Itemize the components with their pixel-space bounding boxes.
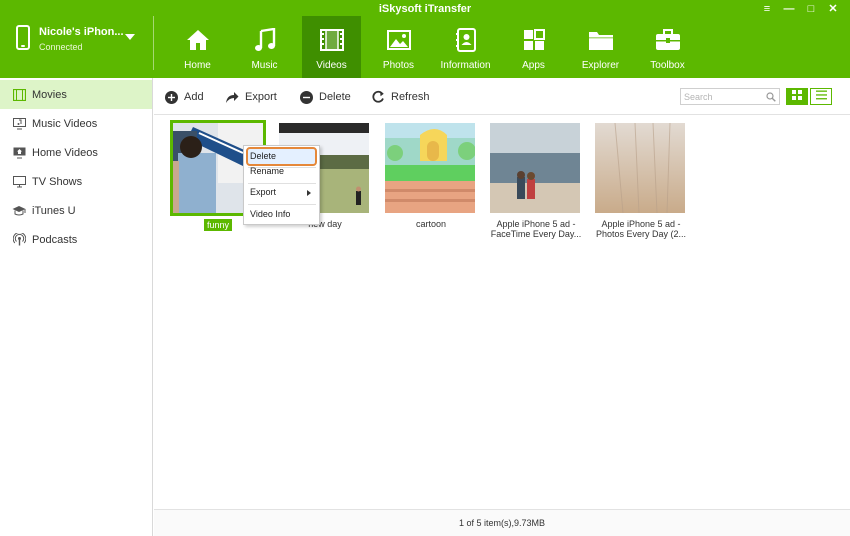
contacts-book-icon — [453, 28, 479, 52]
sidebar: Movies Music Videos Home Videos TV Shows… — [0, 78, 153, 536]
tab-home[interactable]: Home — [168, 16, 227, 78]
submenu-arrow-icon — [307, 190, 311, 196]
refresh-label: Refresh — [391, 91, 430, 103]
toolbox-icon — [655, 28, 681, 52]
add-label: Add — [184, 91, 204, 103]
tab-label: Apps — [522, 60, 545, 71]
sidebar-item-label: iTunes U — [32, 204, 76, 217]
apps-grid-icon — [521, 28, 547, 52]
film-icon — [12, 88, 26, 102]
tab-label: Videos — [316, 60, 347, 71]
delete-button[interactable]: Delete — [299, 89, 351, 105]
close-button[interactable]: ✕ — [822, 2, 844, 16]
video-thumbnail[interactable] — [490, 123, 580, 213]
add-button[interactable]: Add — [164, 89, 204, 105]
search-icon[interactable] — [766, 92, 776, 105]
sidebar-item-label: Podcasts — [32, 233, 78, 246]
device-name: Nicole's iPhon... — [39, 26, 124, 38]
grid-view-icon — [792, 90, 802, 103]
context-menu: Delete Rename Export Video Info — [243, 145, 320, 225]
sidebar-item-label: Movies — [32, 88, 67, 101]
sidebar-item-movies[interactable]: Movies — [0, 80, 152, 109]
tab-videos[interactable]: Videos — [302, 16, 361, 78]
tab-label: Toolbox — [650, 60, 685, 71]
video-thumbnail[interactable] — [385, 123, 475, 213]
search-input[interactable] — [681, 89, 765, 104]
home-icon — [185, 28, 211, 52]
header-divider — [153, 16, 154, 70]
film-icon — [319, 28, 345, 52]
app-title: iSkysoft iTransfer — [378, 3, 472, 15]
export-label: Export — [245, 91, 277, 103]
tab-label: Information — [440, 60, 491, 71]
iphone-icon — [16, 25, 30, 50]
folder-icon — [588, 28, 614, 52]
sidebar-item-label: Home Videos — [32, 146, 98, 159]
sidebar-item-music-videos[interactable]: Music Videos — [0, 109, 152, 138]
sidebar-item-itunes-u[interactable]: iTunes U — [0, 196, 152, 225]
tab-label: Home — [184, 60, 211, 71]
title-bar: iSkysoft iTransfer ≡ — □ ✕ Nicole's iPho… — [0, 0, 850, 78]
status-text: 1 of 5 item(s),9.73MB — [458, 518, 546, 528]
list-view-button[interactable] — [810, 88, 832, 105]
video-thumbnail[interactable] — [595, 123, 685, 213]
list-view-icon — [815, 90, 827, 103]
menu-button[interactable]: ≡ — [756, 2, 778, 16]
sidebar-item-tv-shows[interactable]: TV Shows — [0, 167, 152, 196]
video-title: Apple iPhone 5 ad - Photos Every Day (2.… — [595, 219, 687, 239]
minimize-button[interactable]: — — [778, 2, 800, 16]
export-button[interactable]: Export — [225, 89, 277, 105]
sidebar-item-podcasts[interactable]: Podcasts — [0, 225, 152, 254]
refresh-icon — [371, 90, 385, 104]
window-controls: ≡ — □ ✕ — [756, 2, 844, 16]
maximize-button[interactable]: □ — [800, 2, 822, 16]
tab-explorer[interactable]: Explorer — [571, 16, 630, 78]
tab-photos[interactable]: Photos — [369, 16, 428, 78]
tab-label: Photos — [382, 60, 415, 71]
monitor-music-icon — [12, 117, 26, 131]
chevron-down-icon[interactable] — [125, 34, 135, 40]
toolbar: Add Export Delete Refresh — [154, 78, 850, 115]
tab-information[interactable]: Information — [436, 16, 495, 78]
music-note-icon — [252, 28, 278, 52]
podcast-icon — [12, 233, 26, 247]
video-title: cartoon — [415, 219, 447, 229]
refresh-button[interactable]: Refresh — [371, 89, 430, 105]
graduation-cap-icon — [12, 204, 26, 218]
search-box — [680, 88, 780, 105]
status-bar: 1 of 5 item(s),9.73MB — [154, 509, 850, 536]
tab-label: Music — [251, 60, 278, 71]
plus-circle-icon — [164, 90, 178, 104]
minus-circle-icon — [299, 90, 313, 104]
device-selector[interactable]: Nicole's iPhon... Connected — [14, 22, 152, 58]
tab-music[interactable]: Music — [235, 16, 294, 78]
tab-label: Explorer — [581, 60, 620, 71]
context-menu-rename[interactable]: Rename — [246, 162, 317, 181]
tv-icon — [12, 175, 26, 189]
video-title: funny — [204, 219, 233, 231]
context-menu-video-info[interactable]: Video Info — [246, 205, 317, 224]
sidebar-item-label: Music Videos — [32, 117, 98, 130]
delete-label: Delete — [319, 91, 351, 103]
device-status: Connected — [39, 42, 83, 52]
video-title: Apple iPhone 5 ad - FaceTime Every Day..… — [490, 219, 582, 239]
export-arrow-icon — [225, 90, 239, 104]
tab-apps[interactable]: Apps — [504, 16, 563, 78]
context-menu-export[interactable]: Export — [246, 183, 317, 202]
tab-toolbox[interactable]: Toolbox — [638, 16, 697, 78]
context-menu-export-label: Export — [250, 187, 277, 197]
sidebar-item-label: TV Shows — [32, 175, 83, 188]
photo-icon — [386, 28, 412, 52]
sidebar-item-home-videos[interactable]: Home Videos — [0, 138, 152, 167]
grid-view-button[interactable] — [786, 88, 808, 105]
monitor-home-icon — [12, 146, 26, 160]
